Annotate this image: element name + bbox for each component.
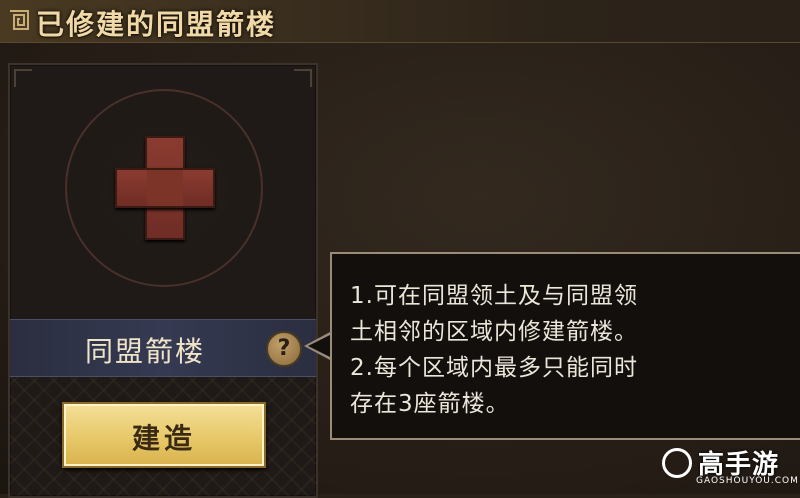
watermark: 高手游 GAOSHOUYOU.COM [662, 446, 798, 490]
tooltip-line: 2.每个区域内最多只能同时 [350, 355, 638, 381]
tooltip-arrow-fill [308, 334, 332, 358]
build-button-label: 建造 [131, 422, 196, 455]
help-button[interactable]: ? [266, 331, 302, 367]
fret-ornament-icon [10, 10, 29, 30]
tooltip-line: 土相邻的区域内修建箭楼。 [350, 319, 638, 345]
brand-logo-icon [662, 448, 692, 478]
arrow-tower-card: 同盟箭楼 ? 建造 [8, 63, 318, 498]
corner-ornament [294, 69, 312, 87]
tower-name-bar: 同盟箭楼 ? [10, 319, 316, 377]
tower-name: 同盟箭楼 [85, 335, 206, 368]
tooltip-line: 1.可在同盟领土及与同盟领 [350, 283, 638, 309]
watermark-subtext: GAOSHOUYOU.COM [696, 476, 799, 486]
add-tower-slot[interactable] [65, 89, 263, 287]
plus-icon-center [147, 170, 183, 206]
page-title: 已修建的同盟箭楼 [36, 8, 277, 41]
build-button[interactable]: 建造 [62, 402, 266, 468]
tooltip-line: 存在3座箭楼。 [350, 391, 510, 417]
corner-ornament [14, 69, 32, 87]
help-tooltip: 1.可在同盟领土及与同盟领 土相邻的区域内修建箭楼。 2.每个区域内最多只能同时… [330, 252, 800, 440]
title-bar: 已修建的同盟箭楼 [0, 0, 800, 43]
